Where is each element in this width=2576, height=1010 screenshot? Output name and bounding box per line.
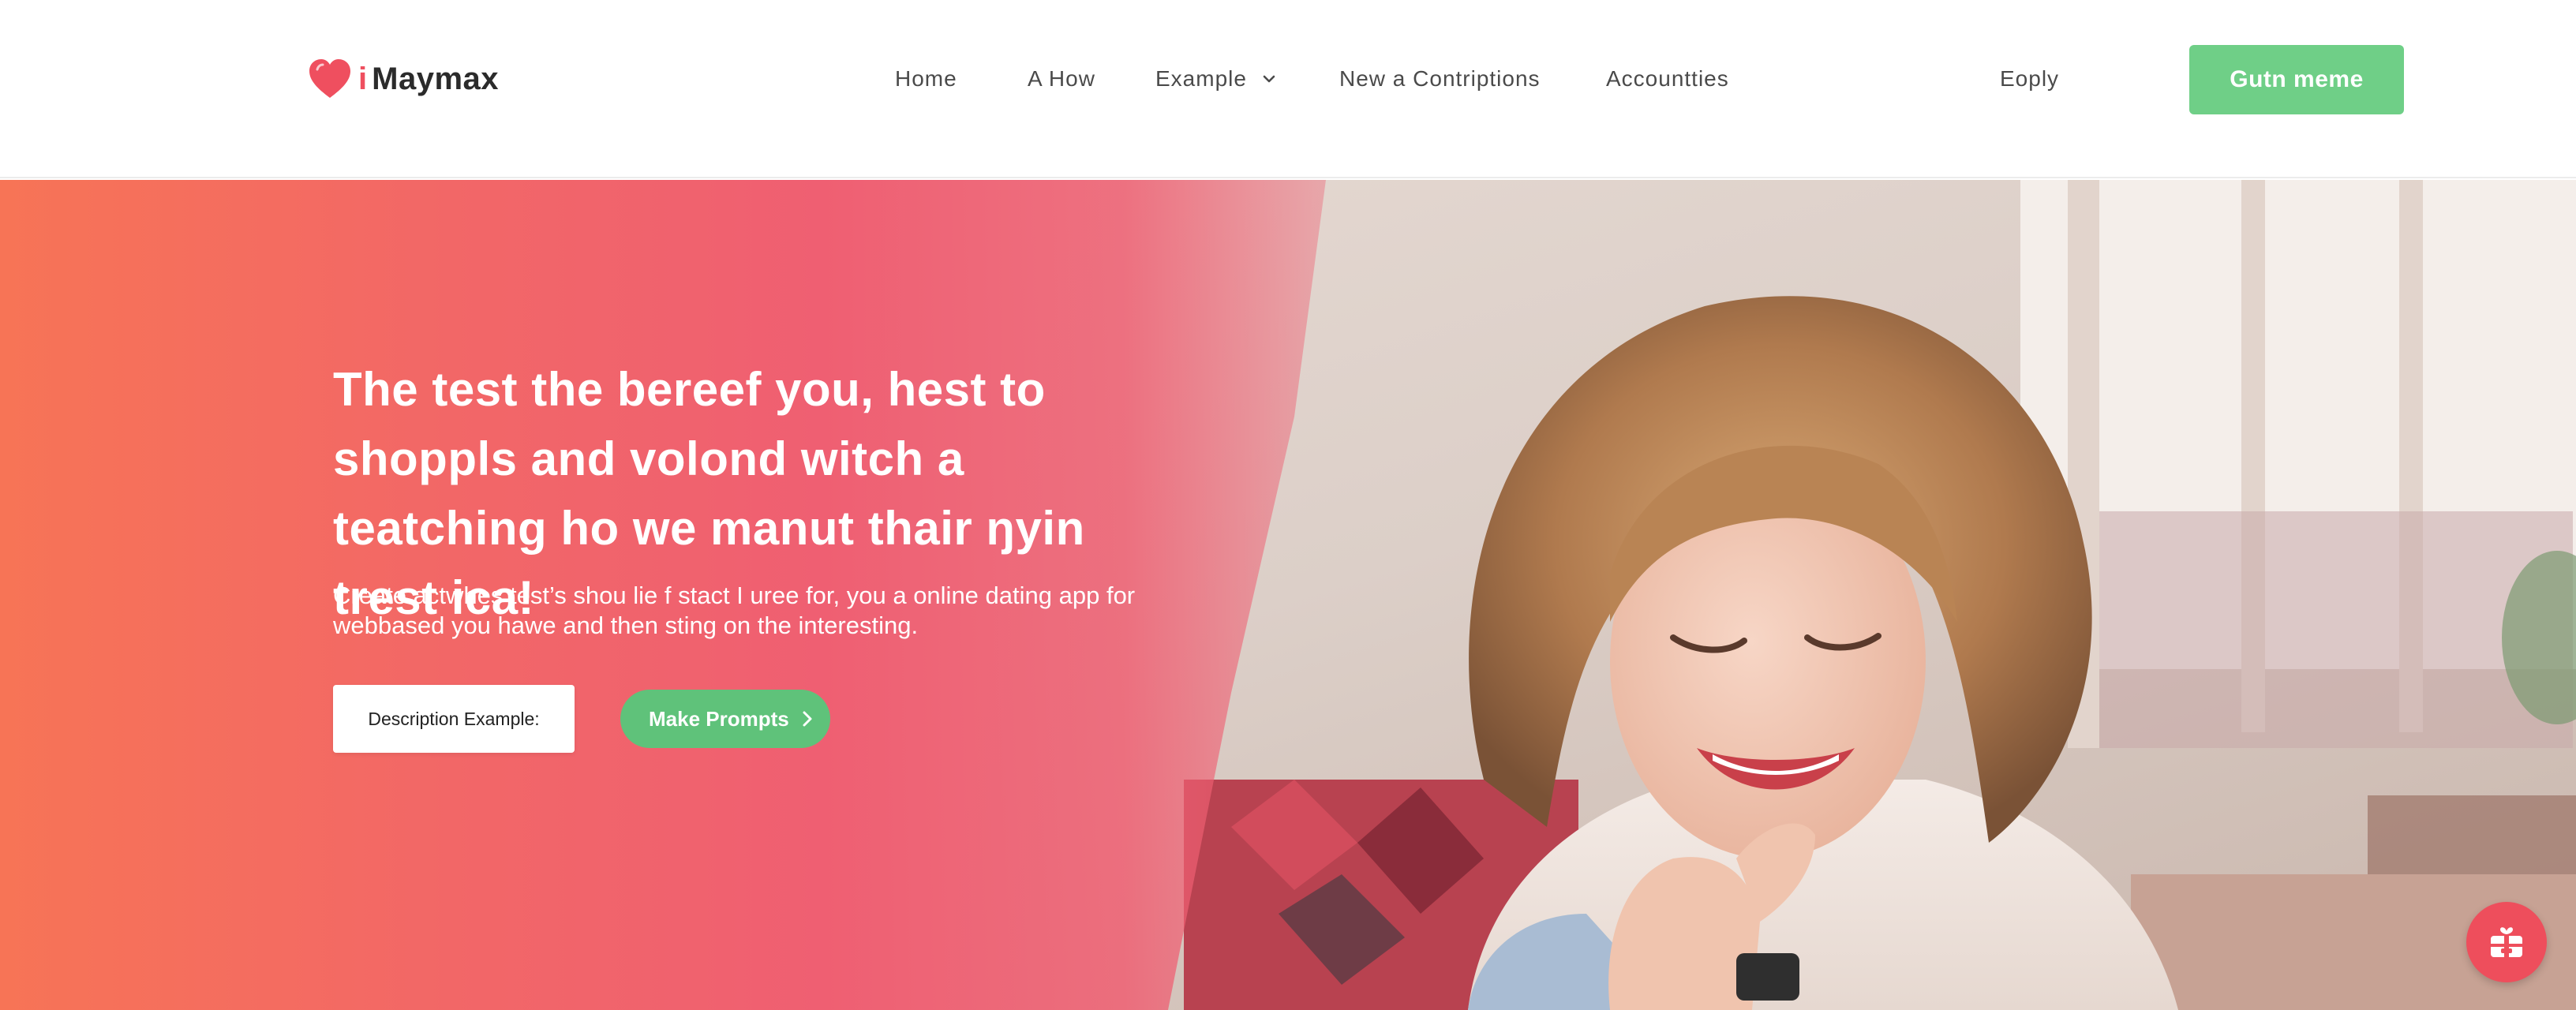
heart-icon bbox=[309, 59, 350, 98]
chevron-down-icon bbox=[1263, 75, 1275, 83]
chevron-right-icon bbox=[803, 711, 812, 727]
brand-logo-i: i bbox=[358, 61, 368, 96]
nav-accountties[interactable]: Accountties bbox=[1606, 63, 1729, 95]
gift-icon bbox=[2491, 927, 2522, 957]
make-prompts-label: Make Prompts bbox=[649, 707, 789, 731]
hero-section: The test the bereef you, hest to shoppls… bbox=[0, 180, 2576, 1010]
description-example-button[interactable]: Description Example: bbox=[333, 685, 575, 753]
brand-logo[interactable]: i Maymax bbox=[308, 57, 499, 101]
nav-example-dropdown[interactable]: Example bbox=[1155, 63, 1277, 95]
nav-example-label: Example bbox=[1155, 66, 1247, 91]
brand-name: Maymax bbox=[372, 61, 499, 96]
nav-home[interactable]: Home bbox=[895, 63, 957, 95]
site-header: i Maymax Home A How Example New a Contri… bbox=[0, 0, 2576, 178]
nav-eoply[interactable]: Eoply bbox=[2000, 63, 2059, 95]
nav-new-contriptions[interactable]: New a Contriptions bbox=[1339, 63, 1541, 95]
get-started-button[interactable]: Gutn meme bbox=[2189, 45, 2404, 114]
floating-gift-button[interactable] bbox=[2466, 902, 2547, 982]
hero-subtitle: Create actwhes test’s shou lie f stact I… bbox=[333, 582, 1136, 639]
nav-a-how[interactable]: A How bbox=[1028, 63, 1095, 95]
make-prompts-button[interactable]: Make Prompts bbox=[620, 690, 830, 748]
